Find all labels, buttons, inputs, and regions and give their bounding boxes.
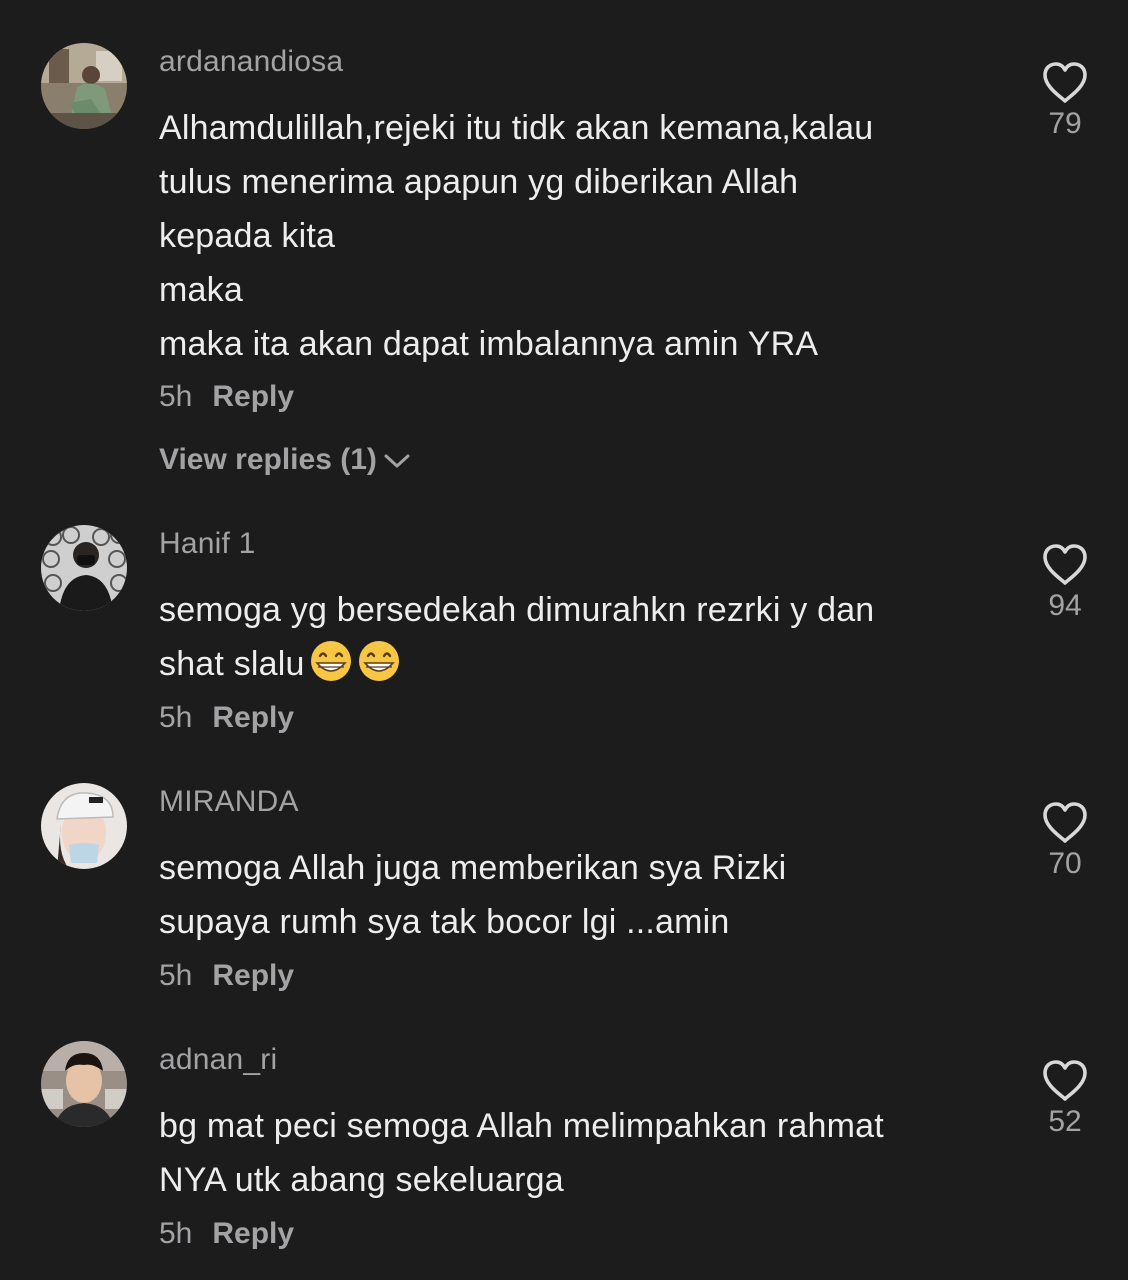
heart-outline-icon [1043,544,1087,585]
reply-button[interactable]: Reply [212,380,294,413]
comment-username[interactable]: MIRANDA [159,785,299,819]
like-button[interactable]: 70 [1030,801,1100,881]
comment-time: 5h [159,701,193,734]
avatar[interactable] [41,525,127,611]
heart-outline-icon [1043,62,1087,103]
view-replies-button[interactable]: View replies (1) [159,443,411,477]
comment-text-line: semoga yg bersedekah dimurahkn rezrki y … [159,591,875,629]
heart-outline-icon [1043,1060,1087,1101]
avatar[interactable] [41,783,127,869]
comment-text-line: semoga Allah juga memberikan sya Rizki [159,849,787,887]
like-count: 70 [1048,847,1082,880]
comment-meta: 5h Reply [159,959,294,993]
comment-text: semoga Allah juga memberikan sya Rizki s… [159,841,1019,949]
comment-text-line: kepada kita [159,217,336,255]
heart-outline-icon [1043,802,1087,843]
comment-text-fragment: shat slalu [159,645,305,683]
like-count: 79 [1048,107,1082,140]
comment-text-line: maka ita akan dapat imbalannya amin YRA [159,325,819,363]
like-count: 94 [1048,589,1082,622]
comment-meta: 5h Reply [159,701,294,735]
comment-text-line: Alhamdulillah,rejeki itu tidk akan keman… [159,109,874,147]
view-replies-label: View replies (1) [159,443,377,476]
comment-text: Alhamdulillah,rejeki itu tidk akan keman… [159,101,1019,371]
reply-button[interactable]: Reply [212,1217,294,1250]
comment-text-line: bg mat peci semoga Allah melimpahkan rah… [159,1107,884,1145]
comment-text-line: supaya rumh sya tak bocor lgi ...amin [159,903,730,941]
comment-text: semoga yg bersedekah dimurahkn rezrki y … [159,583,1019,691]
comment-meta: 5h Reply [159,1217,294,1251]
like-count: 52 [1048,1105,1082,1138]
like-button[interactable]: 94 [1030,543,1100,623]
comment-time: 5h [159,959,193,992]
comment-text-line: shat slalu [159,637,1019,691]
chevron-down-icon [384,454,410,468]
comment-text-line: NYA utk abang sekeluarga [159,1161,564,1199]
avatar[interactable] [41,43,127,129]
avatar[interactable] [41,1041,127,1127]
comment-time: 5h [159,380,193,413]
comment-meta: 5h Reply [159,380,294,414]
reply-button[interactable]: Reply [212,959,294,992]
like-button[interactable]: 79 [1030,61,1100,141]
grinning-face-emoji [310,641,351,681]
comment-text-line: tulus menerima apapun yg diberikan Allah [159,163,799,201]
comment-username[interactable]: Hanif 1 [159,527,255,561]
grinning-face-emoji [358,641,399,681]
comment-time: 5h [159,1217,193,1250]
like-button[interactable]: 52 [1030,1059,1100,1139]
comment-username[interactable]: ardanandiosa [159,45,343,79]
reply-button[interactable]: Reply [212,701,294,734]
comment-text: bg mat peci semoga Allah melimpahkan rah… [159,1099,1019,1207]
comment-username[interactable]: adnan_ri [159,1043,277,1077]
comment-text-line: maka [159,271,243,309]
